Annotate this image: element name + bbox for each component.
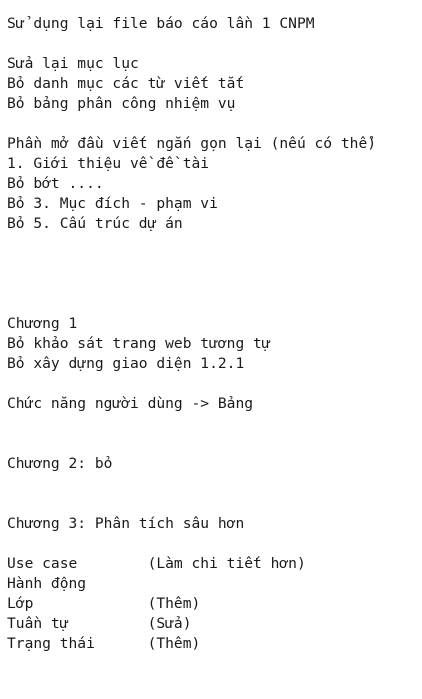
text-line: Chương 1 <box>7 315 78 332</box>
text-line <box>7 254 422 274</box>
text-line: Chương 2: bỏ <box>7 455 113 472</box>
text-line: Bỏ 5. Cấu trúc dự án <box>7 215 183 232</box>
text-line: Phần mở đầu viết ngắn gọn lại (nếu có th… <box>7 135 377 152</box>
text-line: Bỏ khảo sát trang web tương tự <box>7 335 271 352</box>
text-line: Hành động <box>7 575 87 592</box>
text-line <box>7 114 422 134</box>
text-line: Bỏ danh mục các từ viết tắt <box>7 75 245 92</box>
text-line: Bỏ 3. Mục đích - phạm vi <box>7 195 218 212</box>
text-line: 1. Giới thiệu về đề tài <box>7 155 210 172</box>
text-line <box>7 234 422 254</box>
text-line: Trạng thái (Thêm) <box>7 635 201 652</box>
text-line: Chức năng người dùng -> Bảng <box>7 395 254 412</box>
text-line: Lớp (Thêm) <box>7 595 201 612</box>
text-editor-area[interactable]: Sử dụng lại file báo cáo lần 1 CNPM Sửa … <box>0 0 422 699</box>
text-line <box>7 474 422 494</box>
text-line <box>7 34 422 54</box>
text-line <box>7 414 422 434</box>
text-line: Bỏ bớt .... <box>7 175 104 192</box>
text-line: Sửa lại mục lục <box>7 55 139 72</box>
text-line <box>7 294 422 314</box>
text-line <box>7 274 422 294</box>
text-line: Bỏ bảng phân công nhiệm vụ <box>7 95 236 112</box>
text-line: Use case (Làm chi tiết hơn) <box>7 555 306 572</box>
text-line <box>7 494 422 514</box>
text-line: Tuần tự (Sửa) <box>7 615 192 632</box>
text-line: Chương 3: Phân tích sâu hơn <box>7 515 245 532</box>
text-line <box>7 434 422 454</box>
text-line: Bỏ xây dựng giao diện 1.2.1 <box>7 355 245 372</box>
text-line: Sử dụng lại file báo cáo lần 1 CNPM <box>7 15 315 32</box>
text-line <box>7 374 422 394</box>
text-line <box>7 534 422 554</box>
